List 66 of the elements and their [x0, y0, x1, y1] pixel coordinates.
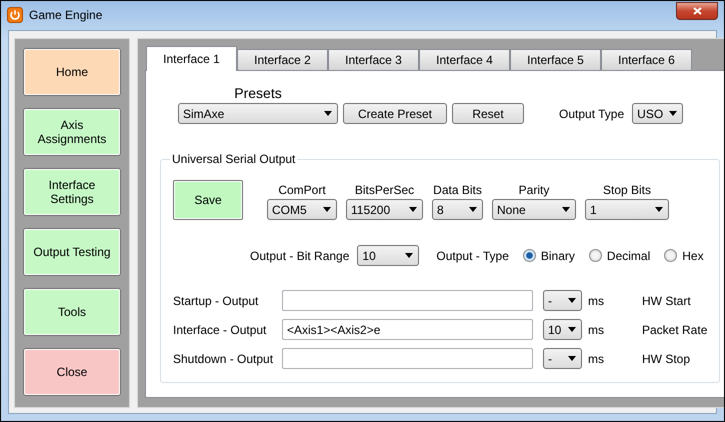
dropdown[interactable]: 8 [432, 199, 483, 220]
nav-button[interactable]: Tools [23, 288, 121, 336]
nav-button[interactable]: Close [23, 348, 121, 396]
input-field[interactable]: <Axis1><Axis2>e [282, 319, 533, 340]
caret-icon [669, 111, 678, 116]
window-title: Game Engine [29, 8, 104, 22]
dropdown[interactable]: 1 [585, 199, 669, 220]
dropdown[interactable]: SimAxe [178, 103, 338, 124]
caret-icon [469, 207, 477, 212]
setting-label: Stop Bits [602, 183, 652, 197]
note-label: Packet Rate [642, 322, 708, 336]
nav-button[interactable]: Axis Assignments [23, 108, 121, 156]
setting-label: ComPort [278, 183, 326, 197]
nav-button[interactable]: Home [23, 48, 121, 96]
caret-icon [405, 253, 414, 258]
tab[interactable]: Interface 3 [328, 49, 419, 71]
unit-label: ms [588, 322, 605, 336]
tab[interactable]: Interface 5 [510, 49, 601, 71]
caret-icon [323, 207, 331, 212]
dropdown[interactable]: - [543, 290, 582, 311]
tab[interactable]: Interface 6 [601, 49, 692, 71]
close-button[interactable] [676, 2, 718, 20]
caret-icon [324, 111, 332, 116]
close-icon [692, 7, 702, 15]
caret-icon [409, 207, 417, 212]
app-icon [7, 7, 23, 23]
reset-button[interactable]: Reset [452, 103, 524, 124]
caret-icon [655, 207, 663, 212]
bit-range-label: Output - Bit Range [250, 248, 350, 262]
note-label: HW Start [642, 294, 692, 308]
input-field[interactable] [282, 290, 533, 311]
dropdown[interactable]: COM5 [267, 199, 337, 220]
setting-label: BitsPerSec [354, 183, 414, 197]
nav-button[interactable]: Output Testing [23, 228, 121, 276]
tab[interactable]: Interface 4 [419, 49, 510, 71]
input-field[interactable] [282, 348, 533, 369]
radio-option[interactable]: Decimal [588, 248, 650, 262]
radio-option[interactable]: Hex [664, 248, 704, 262]
tab[interactable]: Interface 1 [146, 46, 237, 71]
dropdown[interactable]: None [492, 199, 576, 220]
note-label: HW Stop [642, 352, 692, 366]
save-button[interactable]: Save [173, 180, 243, 220]
dropdown[interactable]: USO [632, 103, 684, 124]
dropdown[interactable]: - [543, 348, 582, 369]
unit-label: ms [588, 294, 605, 308]
caret-icon [568, 327, 576, 332]
output-label: Shutdown - Output [173, 352, 272, 366]
radio-option[interactable]: Binary [522, 248, 575, 262]
nav-button[interactable]: Interface Settings [23, 168, 121, 216]
output-label: Startup - Output [173, 294, 260, 308]
caret-icon [568, 298, 576, 303]
caret-icon [562, 207, 570, 212]
dropdown[interactable]: 10 [357, 245, 420, 266]
group-title: Universal Serial Output [171, 152, 296, 166]
output-type-label: Output - Type [436, 248, 509, 262]
caret-icon [568, 356, 576, 361]
output-type-label: Output Type [559, 106, 624, 120]
presets-label: Presets [234, 85, 282, 101]
create-preset-button[interactable]: Create Preset [343, 103, 447, 124]
dropdown[interactable]: 10 [543, 319, 582, 340]
output-label: Interface - Output [173, 322, 268, 336]
unit-label: ms [588, 352, 605, 366]
tab[interactable]: Interface 2 [237, 49, 328, 71]
dropdown[interactable]: 115200 [346, 199, 423, 220]
setting-label: Parity [518, 183, 550, 197]
setting-label: Data Bits [433, 183, 482, 197]
